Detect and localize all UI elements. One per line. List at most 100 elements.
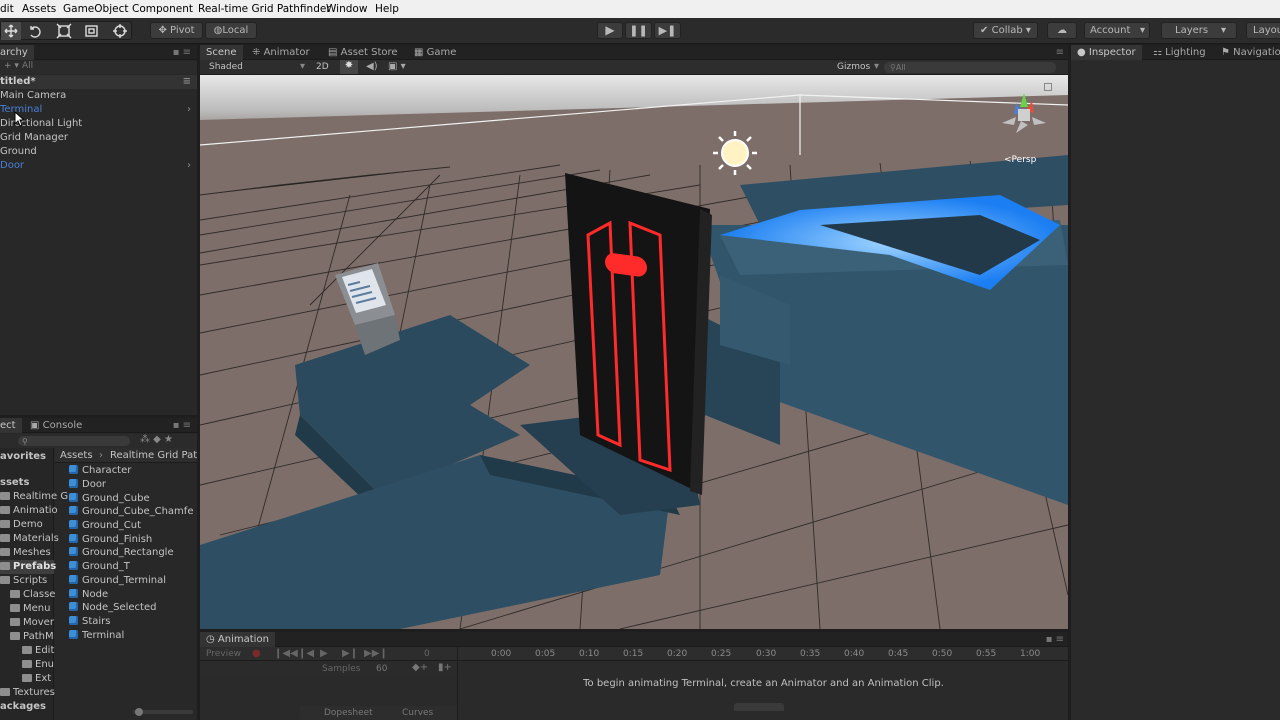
persp-label[interactable]: <Persp (1004, 155, 1036, 165)
preview-toggle[interactable]: Preview (206, 649, 241, 659)
hierarchy-item[interactable]: Terminal › (0, 103, 197, 117)
tree-item[interactable]: Demo (0, 518, 43, 532)
menu-realtime-grid-pathfinder[interactable]: Real-time Grid Pathfinder (198, 3, 331, 15)
asset-item[interactable]: Node_Selected (69, 601, 156, 615)
asset-item[interactable]: Stairs (69, 615, 111, 629)
gizmos-dropdown[interactable]: Gizmos (837, 62, 870, 72)
hierarchy-item[interactable]: Directional Light (0, 117, 82, 131)
search-input[interactable]: All (22, 61, 33, 71)
hierarchy-item[interactable]: Door › (0, 159, 197, 173)
tab-animation[interactable]: ◷ Animation (200, 632, 275, 647)
layout-dropdown[interactable]: Layou (1246, 22, 1280, 39)
effects-dropdown-icon[interactable]: ▣ ▾ (388, 61, 406, 72)
project-search-input[interactable]: ⚲ (18, 436, 130, 446)
shading-mode-dropdown[interactable]: Shaded (209, 62, 243, 72)
asset-item[interactable]: Ground_Terminal (69, 574, 166, 588)
breadcrumb-folder[interactable]: Realtime Grid Pat (110, 450, 197, 461)
create-button[interactable] (734, 703, 784, 711)
tab-inspector[interactable]: ● Inspector (1071, 45, 1142, 60)
scene-viewport[interactable]: <Persp (200, 75, 1068, 629)
tree-item[interactable]: Classe (10, 588, 55, 602)
chevron-right-icon[interactable]: › (187, 103, 191, 117)
slider-thumb[interactable] (135, 708, 143, 716)
panel-menu-icon[interactable]: ▪ ≡ (173, 45, 191, 60)
pivot-toggle[interactable]: ✥ Pivot (150, 22, 203, 39)
play-icon[interactable]: ▶ (320, 648, 328, 659)
asset-item[interactable]: Ground_T (69, 560, 130, 574)
menu-gameobject[interactable]: GameObject (63, 3, 128, 15)
step-button[interactable]: ▶❚ (654, 22, 681, 39)
hierarchy-item[interactable]: Ground (0, 145, 37, 159)
scene-menu-icon[interactable]: ≡ (183, 75, 191, 89)
first-keyframe-icon[interactable]: ❙◀◀ (274, 648, 298, 659)
chevron-right-icon[interactable]: › (187, 159, 191, 173)
cloud-button[interactable]: ☁ (1047, 22, 1077, 39)
menu-help[interactable]: Help (375, 3, 399, 15)
panel-menu-icon[interactable]: ≡ (1056, 45, 1064, 60)
tree-item[interactable]: Enu (22, 658, 54, 672)
transform-tool-icons[interactable] (1, 22, 133, 40)
collab-dropdown[interactable]: ✔ Collab ▾ (973, 22, 1038, 39)
tree-item[interactable]: Edit (22, 644, 54, 658)
tab-project[interactable]: ect (0, 418, 22, 433)
add-keyframe-icon[interactable]: ◆+ (412, 662, 428, 673)
breadcrumb-assets[interactable]: Assets (60, 450, 93, 461)
prev-keyframe-icon[interactable]: ❙◀ (298, 648, 314, 659)
pause-button[interactable]: ❚❚ (625, 22, 652, 39)
asset-item[interactable]: Node (69, 588, 108, 602)
asset-item[interactable]: Ground_Cube (69, 492, 150, 506)
tree-item[interactable]: Realtime G (0, 490, 68, 504)
tree-item[interactable]: Animatio (0, 504, 58, 518)
audio-toggle-icon[interactable]: ◀) (366, 61, 378, 72)
favorites-header[interactable]: avorites (0, 450, 46, 464)
menu-edit[interactable]: dit (0, 3, 14, 15)
asset-item[interactable]: Terminal (69, 629, 124, 643)
tree-item[interactable]: Menu (10, 602, 50, 616)
tree-item-selected[interactable]: Prefabs (0, 560, 56, 574)
curves-tab[interactable]: Curves (402, 708, 433, 718)
scene-header[interactable]: titled* ≡ (0, 75, 197, 89)
hierarchy-item[interactable]: Main Camera (0, 89, 66, 103)
tree-item[interactable]: PathM (10, 630, 54, 644)
record-icon[interactable]: ● (252, 648, 261, 659)
tab-console[interactable]: ▣ Console (30, 418, 82, 433)
asset-item[interactable]: Ground_Cut (69, 519, 141, 533)
tree-item[interactable]: Scripts (0, 574, 47, 588)
filter-icons[interactable]: ⁂ ◆ ★ (140, 434, 173, 445)
asset-item[interactable]: Character (69, 464, 131, 478)
panel-menu-icon[interactable]: ▪ ≡ (173, 418, 191, 433)
menu-assets[interactable]: Assets (22, 3, 56, 15)
menu-component[interactable]: Component (132, 3, 193, 15)
hierarchy-item[interactable]: Grid Manager (0, 131, 68, 145)
asset-item[interactable]: Ground_Cube_Chamfe (69, 505, 193, 519)
panel-menu-icon[interactable]: ▪ ≡ (1046, 632, 1064, 647)
tree-item[interactable]: Textures (0, 686, 55, 700)
asset-item[interactable]: Door (69, 478, 106, 492)
tab-lighting[interactable]: ⚏ Lighting (1153, 45, 1206, 60)
lighting-toggle-icon[interactable]: ✸ (340, 60, 358, 74)
lock-icon[interactable] (1044, 83, 1052, 91)
local-toggle[interactable]: ◍Local (205, 22, 257, 39)
samples-field[interactable]: 60 (376, 664, 387, 674)
frame-field[interactable]: 0 (424, 649, 430, 659)
packages-header[interactable]: ackages (0, 700, 46, 714)
scene-search-input[interactable]: ⚲All (884, 62, 1056, 73)
add-event-icon[interactable]: ▮+ (438, 662, 452, 673)
tab-asset-store[interactable]: ▤ Asset Store (328, 45, 398, 60)
tab-animator[interactable]: ⁜ Animator (252, 45, 310, 60)
asset-item[interactable]: Ground_Finish (69, 533, 152, 547)
create-dropdown[interactable]: + ▾ (4, 61, 19, 71)
next-keyframe-icon[interactable]: ▶❙ (342, 648, 358, 659)
tree-item[interactable]: Materials (0, 532, 59, 546)
layers-dropdown[interactable]: Layers ▾ (1161, 22, 1237, 39)
timeline[interactable]: 0:00 0:05 0:10 0:15 0:20 0:25 0:30 0:35 … (457, 647, 1068, 720)
dopesheet-tab[interactable]: Dopesheet (324, 708, 373, 718)
play-button[interactable]: ▶ (597, 22, 623, 39)
menu-window[interactable]: Window (326, 3, 367, 15)
assets-header[interactable]: ssets (0, 476, 29, 490)
icon-size-slider[interactable] (133, 708, 193, 716)
last-keyframe-icon[interactable]: ▶▶❙ (364, 648, 388, 659)
tab-navigation[interactable]: ⚑ Navigatio (1221, 45, 1280, 60)
2d-toggle[interactable]: 2D (316, 62, 329, 72)
timeline-ruler[interactable]: 0:00 0:05 0:10 0:15 0:20 0:25 0:30 0:35 … (458, 647, 1068, 661)
